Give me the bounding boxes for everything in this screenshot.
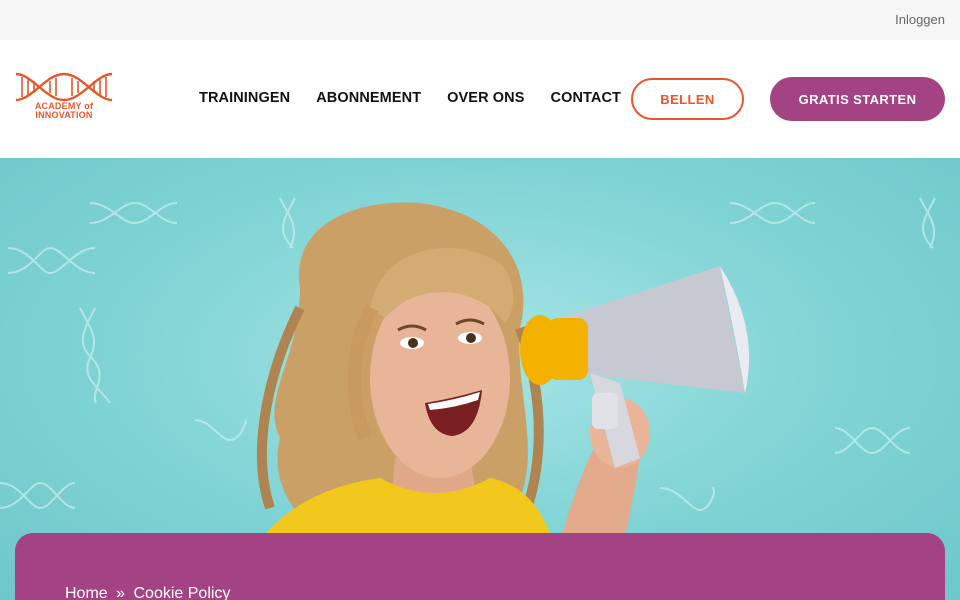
breadcrumb-home-link[interactable]: Home (65, 585, 108, 600)
site-header: ACADEMY of INNOVATION TRAININGEN ABONNEM… (0, 40, 960, 158)
logo-text: ACADEMY of INNOVATION (14, 102, 114, 120)
nav-item-over-ons[interactable]: OVER ONS (447, 90, 524, 106)
login-link[interactable]: Inloggen (895, 12, 945, 27)
megaphone-icon (520, 266, 750, 468)
breadcrumb: Home » Cookie Policy (65, 585, 230, 600)
breadcrumb-current: Cookie Policy (133, 585, 231, 600)
logo[interactable]: ACADEMY of INNOVATION (14, 72, 114, 128)
dna-logo-icon (15, 72, 113, 102)
logo-line-2: INNOVATION (35, 110, 93, 120)
top-bar: Inloggen (0, 0, 960, 40)
nav-item-abonnement[interactable]: ABONNEMENT (316, 90, 421, 106)
start-free-button[interactable]: GRATIS STARTEN (770, 77, 945, 121)
nav-item-trainingen[interactable]: TRAININGEN (199, 90, 290, 106)
nav-item-contact[interactable]: CONTACT (551, 90, 622, 106)
content-panel: Home » Cookie Policy (15, 533, 945, 600)
main-nav: TRAININGEN ABONNEMENT OVER ONS CONTACT (199, 90, 647, 106)
breadcrumb-separator: » (116, 585, 126, 600)
call-button[interactable]: BELLEN (631, 78, 744, 120)
